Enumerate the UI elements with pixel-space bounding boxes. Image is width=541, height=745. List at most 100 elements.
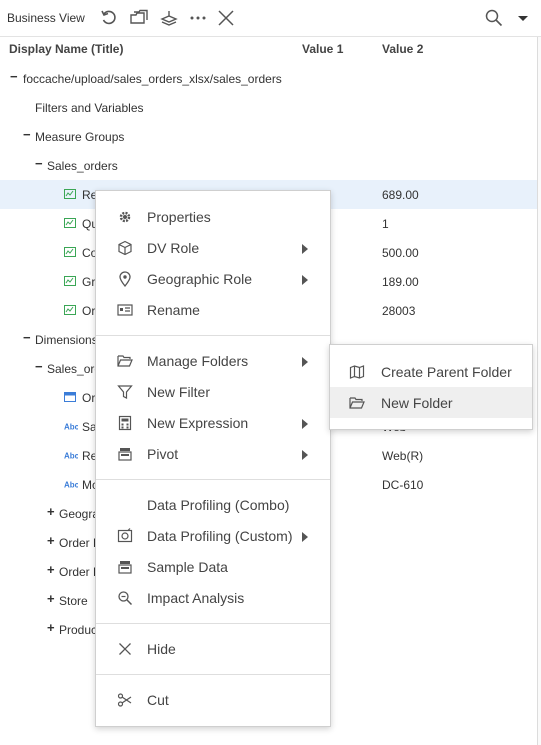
menu-item-label: Hide bbox=[147, 641, 176, 657]
expand-icon[interactable]: + bbox=[47, 563, 57, 576]
collapse-icon[interactable]: − bbox=[23, 331, 33, 344]
tree-row-label: Measure Groups bbox=[35, 130, 125, 144]
tree-row[interactable]: − foccache/upload/sales_orders_xlsx/sales… bbox=[0, 64, 537, 93]
menu-item-label: Properties bbox=[147, 209, 211, 225]
toolbar-title: Business View bbox=[7, 11, 85, 25]
svg-text:Abc: Abc bbox=[64, 452, 78, 461]
tree-row-label: Filters and Variables bbox=[35, 101, 144, 115]
menu-item-label: Sample Data bbox=[147, 559, 228, 575]
menu-item-label: Pivot bbox=[147, 446, 179, 462]
menu-item-label: New Expression bbox=[147, 415, 249, 431]
expand-icon[interactable]: + bbox=[47, 621, 57, 634]
measure-icon bbox=[64, 189, 76, 199]
rename-icon bbox=[117, 302, 133, 318]
menu-item-label: Create Parent Folder bbox=[381, 364, 512, 380]
measure-icon bbox=[64, 305, 76, 315]
measure-icon bbox=[64, 276, 76, 286]
scissors-icon bbox=[117, 692, 133, 708]
tree-row-label: foccache/upload/sales_orders_xlsx/sales_… bbox=[23, 72, 282, 86]
menu-item-pivot[interactable]: Pivot bbox=[96, 438, 330, 469]
folder-open-icon bbox=[349, 395, 365, 411]
tree-row-label: Gr bbox=[82, 275, 96, 289]
calculator-icon bbox=[117, 415, 133, 431]
measure-icon bbox=[64, 218, 76, 228]
menu-item-label: Cut bbox=[147, 692, 169, 708]
menu-item-rename[interactable]: Rename bbox=[96, 294, 330, 325]
more-icon[interactable] bbox=[188, 8, 208, 28]
menu-item-label: Rename bbox=[147, 302, 200, 318]
menu-item-data-profiling-custom[interactable]: Data Profiling (Custom) bbox=[96, 520, 330, 551]
collapse-icon[interactable]: − bbox=[35, 157, 45, 170]
tree-row-label: Or bbox=[82, 304, 96, 318]
layers-icon[interactable] bbox=[159, 8, 179, 28]
menu-separator bbox=[96, 479, 330, 480]
menu-item-dv-role[interactable]: DV Role bbox=[96, 232, 330, 263]
menu-item-new-filter[interactable]: New Filter bbox=[96, 376, 330, 407]
menu-item-label: Data Profiling (Combo) bbox=[147, 497, 290, 513]
svg-text:Abc: Abc bbox=[64, 481, 78, 490]
menu-item-sample-data[interactable]: Sample Data bbox=[96, 551, 330, 582]
svg-text:Abc: Abc bbox=[64, 423, 78, 432]
tree-row-label: Or bbox=[82, 391, 96, 405]
tree-row-value2: Web(R) bbox=[382, 449, 424, 463]
menu-item-cut[interactable]: Cut bbox=[96, 684, 330, 715]
collapse-icon[interactable]: − bbox=[10, 70, 20, 83]
tree-row-value2: 189.00 bbox=[382, 275, 419, 289]
column-headers: Display Name (Title) Value 1 Value 2 bbox=[0, 37, 537, 62]
submenu-arrow-icon bbox=[302, 244, 308, 254]
tree-row-value2: 1 bbox=[382, 217, 389, 231]
tree-row[interactable]: − Sales_orders bbox=[0, 151, 537, 180]
abc-icon: Abc bbox=[64, 452, 78, 461]
submenu-arrow-icon bbox=[302, 419, 308, 429]
collapse-icon[interactable]: − bbox=[23, 128, 33, 141]
menu-item-data-profiling-combo[interactable]: Data Profiling (Combo) bbox=[96, 489, 330, 520]
submenu-arrow-icon bbox=[302, 532, 308, 542]
tree-row-value2: 689.00 bbox=[382, 188, 419, 202]
pivot-icon bbox=[117, 446, 133, 462]
close-icon[interactable] bbox=[216, 8, 236, 28]
measure-icon bbox=[64, 247, 76, 257]
column-header-name[interactable]: Display Name (Title) bbox=[9, 42, 123, 56]
tree-row-label: Produc bbox=[59, 623, 98, 637]
folders-icon[interactable] bbox=[129, 8, 149, 28]
cube-icon bbox=[117, 240, 133, 256]
map-pin-icon bbox=[117, 271, 133, 288]
menu-item-label: DV Role bbox=[147, 240, 200, 256]
menu-item-label: Impact Analysis bbox=[147, 590, 245, 606]
tree-row-value2: DC-610 bbox=[382, 478, 424, 492]
submenu-arrow-icon bbox=[302, 275, 308, 285]
tree-row-value2: 28003 bbox=[382, 304, 416, 318]
sample-data-icon bbox=[117, 559, 133, 575]
column-header-value2[interactable]: Value 2 bbox=[382, 42, 423, 56]
menu-item-manage-folders[interactable]: Manage Folders bbox=[96, 345, 330, 376]
menu-item-impact-analysis[interactable]: Impact Analysis bbox=[96, 582, 330, 613]
zoom-icon bbox=[117, 590, 133, 606]
tree-row-label: Sales_orc bbox=[47, 362, 101, 376]
gear-icon bbox=[117, 209, 133, 225]
search-icon[interactable] bbox=[484, 8, 504, 28]
collapse-icon[interactable]: − bbox=[35, 360, 45, 373]
tree-row-value2: 500.00 bbox=[382, 246, 419, 260]
right-scrollbar[interactable] bbox=[537, 37, 541, 745]
abc-icon: Abc bbox=[64, 423, 78, 432]
menu-item-new-folder[interactable]: New Folder bbox=[330, 387, 532, 418]
menu-item-properties[interactable]: Properties bbox=[96, 201, 330, 232]
expand-icon[interactable]: + bbox=[47, 534, 57, 547]
expand-icon[interactable]: + bbox=[47, 505, 57, 518]
chevron-down-icon[interactable] bbox=[513, 8, 533, 28]
date-icon bbox=[64, 392, 76, 402]
tree-row[interactable]: − Measure Groups bbox=[0, 122, 537, 151]
folder-open-icon bbox=[117, 353, 133, 369]
menu-item-label: Data Profiling (Custom) bbox=[147, 528, 293, 544]
expand-icon[interactable]: + bbox=[47, 592, 57, 605]
column-header-value1[interactable]: Value 1 bbox=[302, 42, 343, 56]
undo-icon[interactable] bbox=[99, 8, 119, 28]
toolbar: Business View bbox=[0, 0, 541, 37]
menu-item-new-expression[interactable]: New Expression bbox=[96, 407, 330, 438]
menu-item-create-parent-folder[interactable]: Create Parent Folder bbox=[330, 356, 532, 387]
menu-item-hide[interactable]: Hide bbox=[96, 633, 330, 664]
tree-row-label: Store bbox=[59, 594, 88, 608]
menu-item-geographic-role[interactable]: Geographic Role bbox=[96, 263, 330, 294]
tree-row[interactable]: Filters and Variables bbox=[0, 93, 537, 122]
context-menu: Properties DV Role Geographic Role Rename Ma… bbox=[95, 190, 331, 727]
